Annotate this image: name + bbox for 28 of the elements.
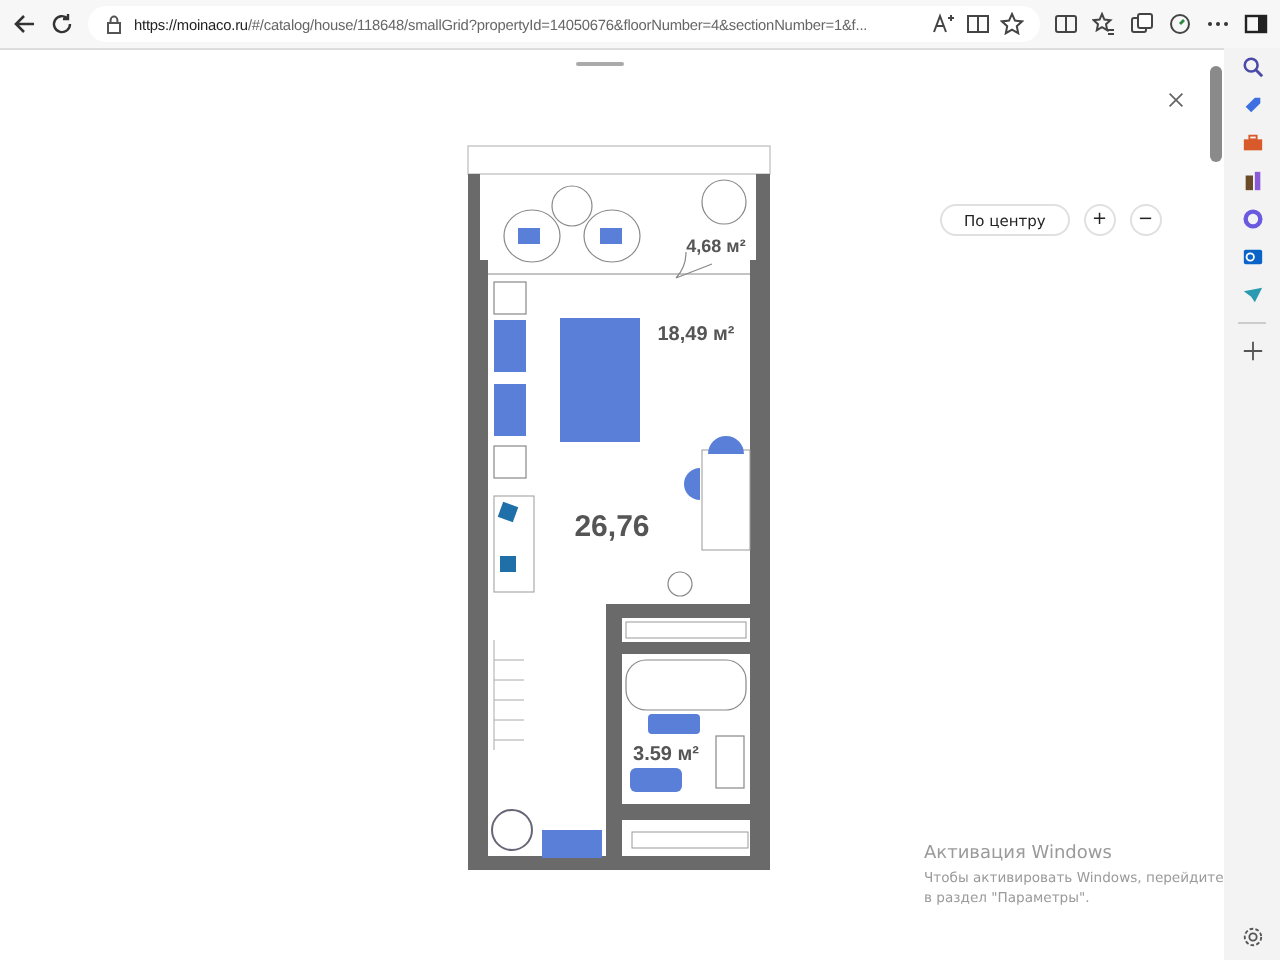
area-label: 4,68 м² (686, 236, 746, 256)
settings-icon[interactable] (1241, 926, 1263, 948)
add-icon[interactable] (1241, 340, 1263, 362)
area-label: 26,76 (574, 510, 650, 544)
sidebar-toggle-icon[interactable] (1244, 12, 1268, 36)
split-screen-icon[interactable] (1054, 12, 1078, 36)
back-icon[interactable] (12, 12, 36, 36)
area-label: 18,49 м² (657, 324, 735, 346)
refresh-icon[interactable] (50, 12, 74, 36)
zoom-out-button[interactable]: − (1129, 204, 1162, 236)
mail-icon[interactable] (1241, 246, 1263, 268)
read-aloud-icon[interactable] (932, 12, 956, 36)
area-label: 3.59 м² (633, 744, 699, 766)
collections-icon[interactable] (1130, 12, 1154, 36)
search-icon[interactable] (1241, 56, 1263, 78)
lock-icon (104, 14, 124, 34)
performance-icon[interactable] (1168, 12, 1192, 36)
close-icon[interactable] (1168, 92, 1184, 108)
activation-title: Активация Windows (924, 844, 1114, 864)
reader-icon[interactable] (966, 12, 990, 36)
drag-handle[interactable] (576, 62, 624, 66)
briefcase-icon[interactable] (1241, 132, 1263, 154)
star-icon[interactable] (1000, 12, 1024, 36)
send-icon[interactable] (1241, 284, 1263, 306)
tag-icon[interactable] (1241, 94, 1263, 116)
zoom-in-button[interactable]: + (1083, 204, 1116, 236)
favorites-icon[interactable] (1092, 12, 1116, 36)
ring-icon[interactable] (1241, 208, 1263, 230)
